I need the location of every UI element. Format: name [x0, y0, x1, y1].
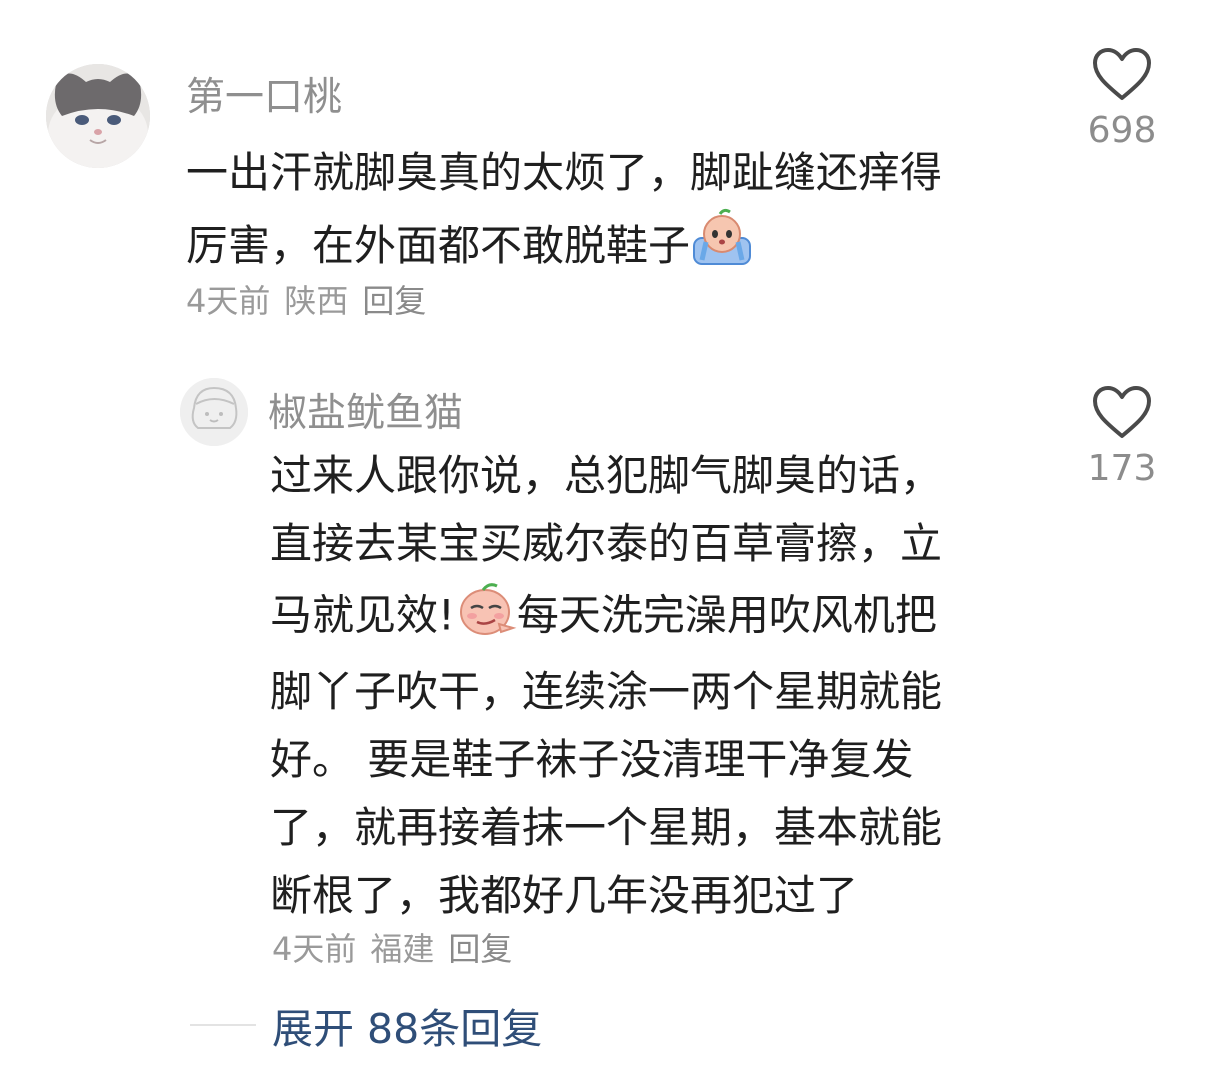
comment-text-line: 马就见效! 每天洗完澡用吹风机把: [270, 578, 942, 658]
comment-text-segment: 每天洗完澡用吹风机把: [516, 590, 937, 640]
reply-button[interactable]: 回复: [448, 924, 512, 970]
heart-outline-icon: [1093, 386, 1151, 438]
expand-replies-label: 展开 88条回复: [272, 1005, 543, 1053]
comment-text-line: 了，就再接着抹一个星期，基本就能: [270, 803, 943, 852]
comment-location: 陕西: [284, 282, 349, 320]
user-avatar[interactable]: [46, 64, 150, 168]
comment-text-segment: 马就见效!: [270, 590, 455, 640]
like-button[interactable]: 698: [1062, 46, 1182, 151]
like-button[interactable]: 173: [1062, 384, 1182, 489]
comment-text-line: 断根了，我都好几年没再犯过了: [270, 871, 859, 920]
expand-replies-button[interactable]: 展开 88条回复: [190, 995, 542, 1055]
comment-location: 福建: [370, 930, 435, 968]
crying-peach-emoji-icon: [690, 208, 754, 289]
comment-text: 一出汗就脚臭真的太烦了，脚趾缝还痒得 厉害，在外面都不敢脱鞋子: [186, 138, 942, 289]
comment-meta: 4天前 福建 回复: [272, 924, 526, 970]
like-count: 173: [1087, 448, 1157, 489]
comment-time: 4天前: [186, 282, 271, 320]
heart-outline-icon: [1093, 48, 1151, 100]
comment-text-line: 脚丫子吹干，连续涂一两个星期就能: [270, 667, 943, 716]
comment-time: 4天前: [272, 930, 357, 968]
smug-peach-emoji-icon: [455, 578, 517, 658]
comment-text-segment: 厉害，在外面都不敢脱鞋子: [186, 221, 691, 270]
comment-text-line: 好。 要是鞋子袜子没清理干净复发: [270, 735, 914, 784]
comment-text-line: 过来人跟你说，总犯脚气脚臭的话，: [270, 451, 943, 500]
comment-text: 过来人跟你说，总犯脚气脚臭的话， 直接去某宝买威尔泰的百草膏擦，立 马就见效! …: [270, 442, 942, 930]
comment-meta: 4天前 陕西 回复: [186, 276, 440, 322]
reply-button[interactable]: 回复: [362, 276, 426, 322]
comment-username[interactable]: 椒盐鱿鱼猫: [268, 382, 463, 438]
comment-text-line: 直接去某宝买威尔泰的百草膏擦，立: [270, 519, 943, 568]
comment-text-line: 一出汗就脚臭真的太烦了，脚趾缝还痒得: [186, 148, 943, 197]
cat-avatar-icon: [46, 64, 150, 168]
sketch-avatar-icon: [180, 378, 248, 446]
like-count: 698: [1087, 110, 1157, 151]
divider: [190, 1024, 256, 1026]
user-avatar[interactable]: [180, 378, 248, 446]
comment-username[interactable]: 第一口桃: [186, 66, 342, 122]
